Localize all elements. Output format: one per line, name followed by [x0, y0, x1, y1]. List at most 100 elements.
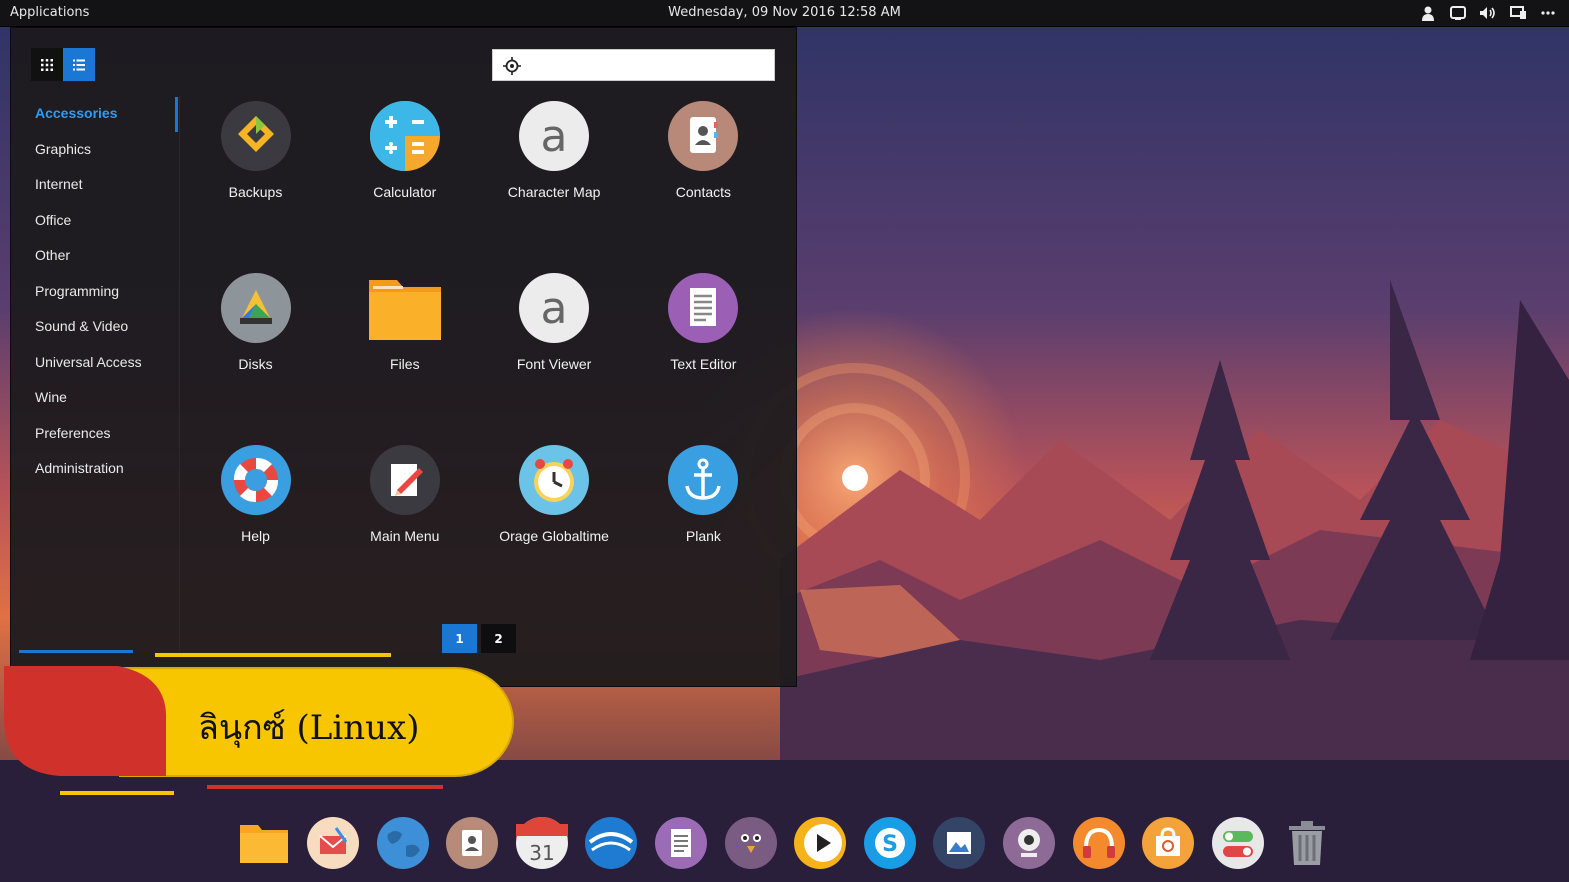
dock-contacts[interactable] — [445, 814, 500, 871]
app-label: Help — [241, 528, 270, 544]
disks-icon — [220, 273, 291, 343]
application-menu: Accessories Graphics Internet Office Other Pr… — [10, 27, 797, 687]
top-panel: Applications Wednesday, 09 Nov 2016 12:5… — [0, 0, 1569, 27]
dock-calendar[interactable]: 31 — [514, 814, 569, 871]
search-input[interactable] — [529, 52, 769, 78]
folder-icon — [239, 824, 288, 863]
settings-toggle-icon — [1211, 816, 1264, 869]
app-label: Font Viewer — [516, 356, 592, 372]
app-font-viewer[interactable]: a Font Viewer — [480, 272, 629, 432]
mail-icon — [307, 816, 360, 869]
app-disks[interactable]: Disks — [181, 272, 330, 432]
calendar-day: 31 — [529, 841, 554, 865]
dock-music[interactable] — [1071, 814, 1126, 871]
trash-icon — [1289, 820, 1326, 865]
category-office[interactable]: Office — [11, 203, 179, 239]
globe-icon — [376, 816, 429, 869]
dock-notes[interactable] — [654, 814, 709, 871]
skype-icon: S — [863, 816, 916, 869]
category-preferences[interactable]: Preferences — [11, 416, 179, 452]
app-plank[interactable]: Plank — [629, 444, 778, 604]
applications-menu-button[interactable]: Applications — [10, 5, 89, 20]
app-label: Orage Globaltime — [499, 528, 609, 544]
page-button-2[interactable]: 2 — [481, 624, 516, 653]
search-box — [492, 49, 775, 81]
app-help[interactable]: Help — [181, 444, 330, 604]
grid-view-icon — [41, 58, 53, 71]
dock-trash[interactable] — [1280, 814, 1335, 871]
font-viewer-icon: a — [519, 273, 590, 343]
active-category-indicator — [175, 97, 178, 132]
headphones-icon — [1072, 816, 1125, 869]
app-files[interactable]: Files — [330, 272, 479, 432]
list-view-button[interactable] — [63, 48, 95, 81]
app-backups[interactable]: Backups — [181, 100, 330, 260]
display-icon[interactable] — [1449, 4, 1467, 22]
dock-webcam[interactable] — [1002, 814, 1057, 871]
anchor-icon — [668, 445, 739, 515]
category-list: Accessories Graphics Internet Office Other Pr… — [11, 96, 179, 487]
app-orage-globaltime[interactable]: Orage Globaltime — [480, 444, 629, 604]
earth-icon — [585, 816, 638, 869]
image-viewer-icon — [933, 816, 986, 869]
contacts-icon — [668, 101, 739, 171]
calendar-icon: 31 — [515, 816, 568, 869]
dock-skype[interactable]: S — [862, 814, 917, 871]
category-divider — [179, 96, 180, 656]
category-internet[interactable]: Internet — [11, 167, 179, 203]
app-label: Main Menu — [370, 528, 440, 544]
dock-media-player[interactable] — [793, 814, 848, 871]
app-label: Contacts — [675, 184, 732, 200]
app-label: Disks — [238, 356, 273, 372]
screen-icon[interactable] — [1509, 4, 1527, 22]
app-label: Text Editor — [670, 356, 737, 372]
volume-icon[interactable] — [1479, 4, 1497, 22]
app-label: Calculator — [373, 184, 437, 200]
category-other[interactable]: Other — [11, 238, 179, 274]
category-programming[interactable]: Programming — [11, 274, 179, 310]
dock-image-viewer[interactable] — [932, 814, 987, 871]
list-view-icon — [73, 59, 85, 70]
category-graphics[interactable]: Graphics — [11, 132, 179, 168]
dock-files[interactable] — [236, 814, 291, 871]
system-tray — [1419, 4, 1557, 22]
more-icon[interactable] — [1539, 4, 1557, 22]
svg-text:a: a — [541, 111, 568, 162]
character-map-icon: a — [519, 101, 590, 171]
user-icon[interactable] — [1419, 4, 1437, 22]
calculator-icon — [369, 101, 440, 171]
pidgin-icon — [724, 816, 777, 869]
plank-dock: 31 S — [236, 814, 1335, 874]
grid-view-button[interactable] — [31, 48, 63, 81]
app-calculator[interactable]: Calculator — [330, 100, 479, 260]
text-editor-icon — [668, 273, 739, 343]
app-main-menu[interactable]: Main Menu — [330, 444, 479, 604]
svg-text:S: S — [882, 832, 898, 857]
dock-browser[interactable] — [375, 814, 430, 871]
view-toggle — [31, 48, 95, 81]
app-label: Plank — [685, 528, 721, 544]
page-button-1[interactable]: 1 — [442, 624, 477, 653]
banner-title: ลินุกซ์ (Linux) — [198, 708, 420, 748]
category-sound-video[interactable]: Sound & Video — [11, 309, 179, 345]
clock-icon — [519, 445, 590, 515]
app-text-editor[interactable]: Text Editor — [629, 272, 778, 432]
app-character-map[interactable]: a Character Map — [480, 100, 629, 260]
dock-settings[interactable] — [1210, 814, 1265, 871]
category-administration[interactable]: Administration — [11, 451, 179, 487]
software-center-icon — [1142, 816, 1195, 869]
notes-icon — [655, 816, 708, 869]
dock-pidgin[interactable] — [723, 814, 778, 871]
dock-software-center[interactable] — [1141, 814, 1196, 871]
pagination: 12 — [442, 624, 516, 653]
search-icon — [503, 57, 521, 75]
category-wine[interactable]: Wine — [11, 380, 179, 416]
category-universal-access[interactable]: Universal Access — [11, 345, 179, 381]
dock-mail[interactable] — [306, 814, 361, 871]
dock-earth[interactable] — [584, 814, 639, 871]
clock[interactable]: Wednesday, 09 Nov 2016 12:58 AM — [668, 5, 901, 20]
app-contacts[interactable]: Contacts — [629, 100, 778, 260]
category-accessories[interactable]: Accessories — [11, 96, 179, 132]
app-label: Backups — [228, 184, 283, 200]
contacts-icon — [446, 816, 499, 869]
